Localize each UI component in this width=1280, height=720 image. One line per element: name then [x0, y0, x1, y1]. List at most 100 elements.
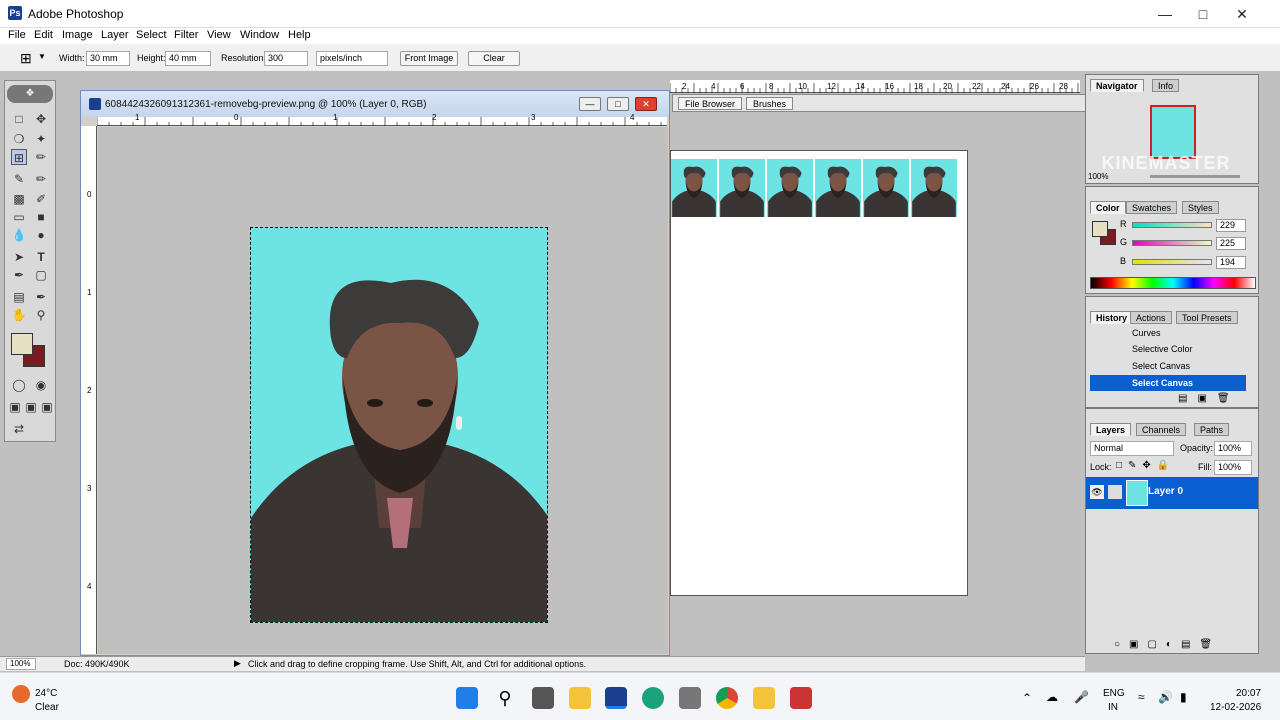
menu-filter[interactable]: Filter: [174, 29, 198, 41]
foreground-color-swatch[interactable]: [11, 333, 33, 355]
front-image-button[interactable]: Front Image: [400, 51, 458, 66]
quick-mask-mode-icon[interactable]: ◉: [33, 377, 49, 393]
tab-paths[interactable]: Paths: [1194, 423, 1230, 436]
maximize-button[interactable]: □: [1188, 4, 1218, 24]
search-icon[interactable]: ⚲: [494, 687, 516, 709]
move-tool-icon[interactable]: ✥: [33, 111, 49, 127]
standard-screen-mode-icon[interactable]: ▣: [7, 399, 23, 415]
doc-close-button[interactable]: ✕: [635, 97, 657, 111]
menu-edit[interactable]: Edit: [34, 29, 53, 41]
history-item[interactable]: Select Canvas: [1090, 358, 1246, 374]
layer-row[interactable]: 👁 Layer 0: [1086, 477, 1258, 509]
tab-file-browser[interactable]: File Browser: [678, 97, 743, 110]
clear-button[interactable]: Clear: [468, 51, 520, 66]
chevron-down-icon[interactable]: ▼: [38, 52, 46, 61]
file-explorer-icon[interactable]: [569, 687, 591, 709]
lock-icons[interactable]: □✎✥🔒: [1116, 460, 1175, 471]
history-item[interactable]: Curves: [1090, 325, 1246, 341]
blur-tool-icon[interactable]: 💧: [11, 227, 27, 243]
notes-tool-icon[interactable]: ▤: [11, 289, 27, 305]
height-field[interactable]: 40 mm: [165, 51, 211, 66]
dodge-tool-icon[interactable]: ●: [33, 227, 49, 243]
resolution-unit-select[interactable]: pixels/inch: [316, 51, 388, 66]
microphone-icon[interactable]: 🎤: [1074, 690, 1089, 704]
opacity-field[interactable]: 100%: [1214, 441, 1252, 456]
minimize-button[interactable]: —: [1150, 4, 1180, 24]
full-screen-menu-mode-icon[interactable]: ▣: [23, 399, 39, 415]
jump-to-imageready-icon[interactable]: ⇄: [11, 421, 27, 437]
history-item-selected[interactable]: Select Canvas: [1090, 375, 1246, 391]
lasso-tool-icon[interactable]: ❍: [11, 131, 27, 147]
edge-icon[interactable]: [642, 687, 664, 709]
cloud-icon[interactable]: ☁: [1046, 690, 1058, 704]
eye-icon[interactable]: 👁: [1090, 485, 1104, 499]
menu-window[interactable]: Window: [240, 29, 279, 41]
color-foreground-swatch[interactable]: [1092, 221, 1108, 237]
chevron-up-icon[interactable]: ⌃: [1022, 691, 1032, 705]
tab-history[interactable]: History: [1090, 311, 1134, 324]
tab-swatches[interactable]: Swatches: [1126, 201, 1178, 214]
store-icon[interactable]: [753, 687, 775, 709]
fill-field[interactable]: 100%: [1214, 460, 1252, 475]
app-icon[interactable]: [790, 687, 812, 709]
menu-layer[interactable]: Layer: [101, 29, 129, 41]
volume-icon[interactable]: 🔊: [1158, 690, 1173, 704]
eyedropper-tool-icon[interactable]: ✒: [33, 289, 49, 305]
magic-wand-tool-icon[interactable]: ✦: [33, 131, 49, 147]
document-title-bar[interactable]: 6084424326091312361-removebg-preview.png…: [81, 91, 669, 117]
tab-info[interactable]: Info: [1152, 79, 1180, 92]
eraser-tool-icon[interactable]: ▭: [11, 209, 27, 225]
history-footer-icons[interactable]: ▤▣🗑: [1178, 393, 1240, 404]
start-icon[interactable]: [456, 687, 478, 709]
pen-tool-icon[interactable]: ✒: [11, 267, 27, 283]
tab-actions[interactable]: Actions: [1130, 311, 1172, 324]
layers-footer-icons[interactable]: ○▣▢◐▤🗑: [1114, 639, 1221, 650]
chrome-icon[interactable]: [716, 687, 738, 709]
full-screen-mode-icon[interactable]: ▣: [39, 399, 55, 415]
tab-tool-presets[interactable]: Tool Presets: [1176, 311, 1238, 324]
r-value[interactable]: 229: [1216, 219, 1246, 232]
blue-slider[interactable]: [1132, 259, 1212, 265]
app-icon[interactable]: [679, 687, 701, 709]
navigator-thumbnail[interactable]: [1150, 105, 1196, 159]
history-item[interactable]: Selective Color: [1090, 341, 1246, 357]
history-brush-tool-icon[interactable]: ✐: [33, 191, 49, 207]
gradient-tool-icon[interactable]: ■: [33, 209, 49, 225]
passport-sheet-canvas[interactable]: [670, 150, 968, 596]
healing-brush-tool-icon[interactable]: ✎: [11, 171, 27, 187]
canvas-area[interactable]: [98, 127, 668, 654]
red-slider[interactable]: [1132, 222, 1212, 228]
language-top[interactable]: ENG: [1103, 688, 1125, 699]
shape-tool-icon[interactable]: ▢: [33, 267, 49, 283]
brush-tool-icon[interactable]: ✏: [33, 171, 49, 187]
tab-styles[interactable]: Styles: [1182, 201, 1219, 214]
doc-minimize-button[interactable]: —: [579, 97, 601, 111]
battery-icon[interactable]: ▮: [1180, 690, 1187, 704]
crop-tool-preset-icon[interactable]: ⊞: [20, 50, 36, 66]
clone-stamp-tool-icon[interactable]: ▩: [11, 191, 27, 207]
g-value[interactable]: 225: [1216, 237, 1246, 250]
tab-color[interactable]: Color: [1090, 201, 1126, 214]
menu-help[interactable]: Help: [288, 29, 311, 41]
standard-mode-icon[interactable]: ◯: [11, 377, 27, 393]
photoshop-feather-icon[interactable]: ❖: [7, 85, 53, 103]
zoom-tool-icon[interactable]: ⚲: [33, 307, 49, 323]
menu-image[interactable]: Image: [62, 29, 93, 41]
menu-view[interactable]: View: [207, 29, 231, 41]
task-view-icon[interactable]: [532, 687, 554, 709]
close-button[interactable]: ✕: [1227, 4, 1257, 24]
weather-icon[interactable]: [12, 685, 30, 703]
hand-tool-icon[interactable]: ✋: [11, 307, 27, 323]
slice-tool-icon[interactable]: ✏: [33, 149, 49, 165]
tab-navigator[interactable]: Navigator: [1090, 79, 1144, 92]
wifi-icon[interactable]: ≈: [1138, 690, 1145, 704]
type-tool-icon[interactable]: T: [33, 249, 49, 265]
path-selection-tool-icon[interactable]: ➤: [11, 249, 27, 265]
doc-maximize-button[interactable]: □: [607, 97, 629, 111]
photoshop-taskbar-icon[interactable]: [605, 687, 627, 709]
crop-tool-icon[interactable]: ⊞: [11, 149, 27, 165]
tab-brushes[interactable]: Brushes: [746, 97, 794, 110]
blend-mode-select[interactable]: Normal: [1090, 441, 1174, 456]
tab-layers[interactable]: Layers: [1090, 423, 1132, 436]
brush-link-icon[interactable]: [1108, 485, 1122, 499]
